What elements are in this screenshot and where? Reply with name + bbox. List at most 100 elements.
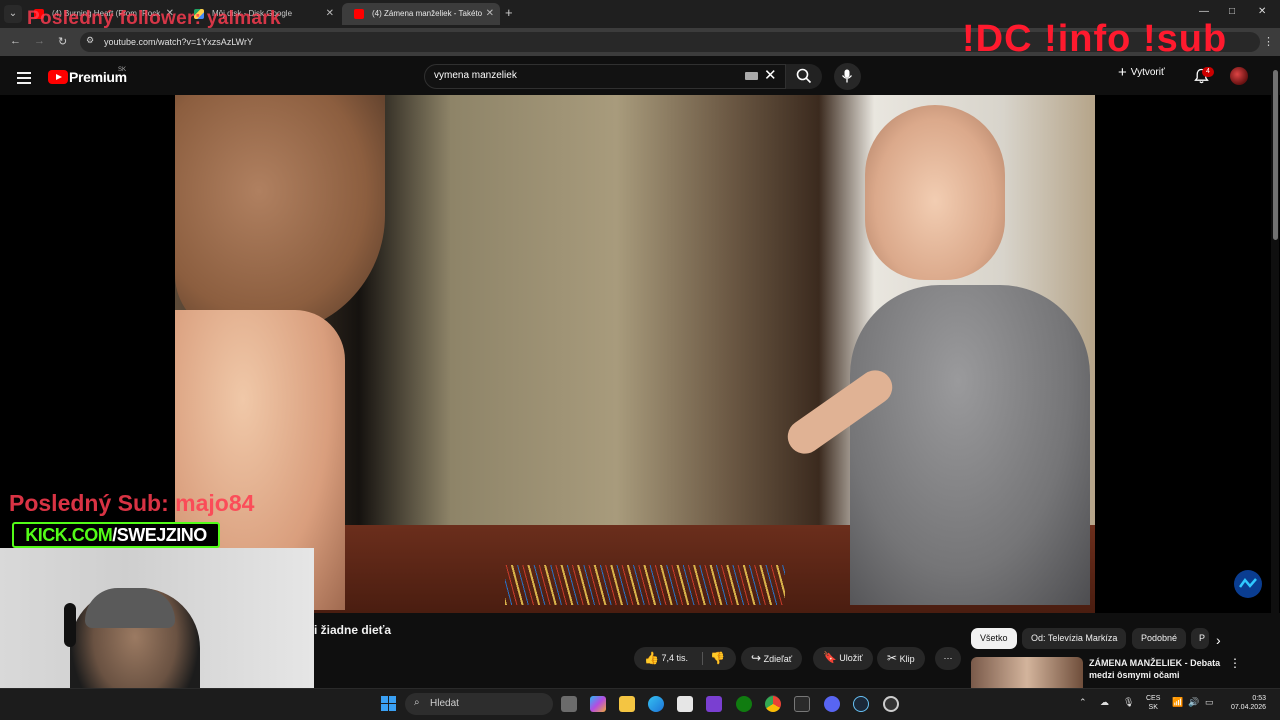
network-tray-icon[interactable]: ☁ — [1100, 697, 1109, 708]
chevron-right-icon[interactable]: › — [1216, 632, 1221, 648]
chat-commands-overlay: !DC !info !sub — [962, 18, 1228, 60]
create-button[interactable]: + Vytvoriť — [1118, 64, 1165, 81]
task-view-icon[interactable] — [561, 696, 577, 712]
girl-image — [175, 95, 385, 335]
dislike-button[interactable]: 👎 — [710, 647, 725, 671]
kick-channel: /SWEJZINO — [112, 525, 207, 545]
time: 0:53 — [1252, 695, 1266, 702]
recommended-video-title[interactable]: ZÁMENA MANŽELIEK - Debata medzi ôsmymi o… — [1089, 657, 1224, 681]
chrome-icon[interactable] — [765, 696, 781, 712]
site-info-icon[interactable]: ⚙ — [86, 35, 94, 46]
chip-related[interactable]: Podobné — [1132, 628, 1187, 649]
volume-icon[interactable]: 🔊 — [1188, 697, 1199, 708]
minimize-button[interactable]: — — [1199, 6, 1209, 17]
kick-domain: KICK.COM — [25, 525, 113, 545]
share-button[interactable]: ↪ Zdieľať — [741, 647, 803, 670]
copilot-icon[interactable] — [590, 696, 606, 712]
tab-search-menu-button[interactable]: ⌄ — [4, 5, 22, 23]
chevron-down-icon: ⌄ — [8, 8, 18, 19]
search-button[interactable] — [786, 64, 822, 89]
markiza-logo-icon — [1238, 577, 1257, 588]
scrollbar-thumb[interactable] — [1273, 70, 1278, 240]
close-tab-icon[interactable]: ✕ — [326, 3, 334, 25]
chip-from-channel[interactable]: Od: Televízia Markíza — [1022, 628, 1127, 649]
clip-label: Klip — [899, 654, 915, 664]
taskbar — [0, 688, 1280, 720]
language-code: CES — [1146, 695, 1161, 702]
close-window-button[interactable]: ✕ — [1258, 6, 1266, 17]
search-query[interactable]: vymena manzeliek — [434, 70, 517, 81]
microphone-tray-icon[interactable]: 🎙 — [1123, 697, 1134, 708]
kebab-menu-icon[interactable]: ⋮ — [1229, 656, 1241, 670]
url-text[interactable]: youtube.com/watch?v=1YxzsAzLWrY — [104, 37, 253, 47]
video-title: i žiadne dieťa — [314, 623, 392, 637]
chip-partial[interactable]: P — [1191, 628, 1209, 649]
notification-badge: 4 — [1202, 67, 1214, 77]
headphones-image — [64, 603, 76, 647]
save-label: Uložiť — [839, 653, 863, 663]
cap-image — [85, 588, 175, 628]
kick-channel-banner: KICK.COM/SWEJZINO — [12, 522, 220, 548]
browser-tab-active[interactable]: (4) Zámena manželiek - Takéto ✕ — [342, 3, 500, 25]
boy-image — [850, 285, 1090, 605]
reload-icon[interactable]: ↻ — [58, 35, 67, 48]
epic-games-icon[interactable] — [794, 696, 810, 712]
wifi-icon[interactable]: 📶 — [1172, 697, 1183, 708]
voice-search-button[interactable] — [834, 63, 861, 90]
thumbs-up-icon: 👍 — [644, 651, 659, 665]
avatar[interactable] — [1230, 67, 1248, 85]
pick-up-sticks-image — [505, 565, 785, 605]
like-count: 7,4 tis. — [661, 653, 688, 663]
thumbs-down-icon: 👎 — [710, 651, 725, 665]
scissors-icon: ✂ — [887, 651, 898, 665]
youtube-favicon-icon — [354, 9, 364, 19]
chevron-up-icon[interactable]: ⌃ — [1079, 697, 1087, 708]
region-code: SK — [118, 67, 127, 73]
share-icon: ↪ — [751, 651, 762, 665]
microphone-icon — [841, 69, 853, 83]
file-explorer-icon[interactable] — [619, 696, 635, 712]
like-dislike-group: 👍 7,4 tis. 👎 — [634, 647, 736, 670]
like-button[interactable]: 👍 7,4 tis. — [644, 647, 688, 670]
xbox-icon[interactable] — [736, 696, 752, 712]
forward-icon[interactable]: → — [34, 35, 45, 47]
maximize-button[interactable]: □ — [1229, 6, 1235, 17]
keyboard-layout: SK — [1148, 704, 1158, 711]
taskbar-search-input[interactable] — [405, 693, 553, 715]
plus-icon: + — [1118, 64, 1127, 81]
tab-title: (4) Zámena manželiek - Takéto — [372, 9, 483, 18]
taskbar-search-placeholder[interactable]: Hledat — [430, 698, 459, 709]
clip-button[interactable]: ✂ Klip — [877, 647, 925, 670]
clear-search-icon[interactable]: ✕ — [764, 66, 777, 84]
more-actions-button[interactable]: ⋯ — [935, 647, 961, 670]
search-icon — [796, 68, 812, 84]
keyboard-icon[interactable] — [745, 72, 758, 80]
last-follower-overlay: Posledný follower: yalmark — [27, 8, 281, 29]
new-tab-button[interactable]: + — [505, 5, 513, 20]
edge-icon[interactable] — [648, 696, 664, 712]
create-label: Vytvoriť — [1130, 67, 1165, 78]
youtube-logo-icon[interactable] — [48, 70, 68, 84]
windows-start-icon[interactable] — [381, 696, 397, 712]
input-language[interactable]: CES SK — [1146, 694, 1160, 712]
divider — [702, 652, 703, 665]
channel-watermark-icon[interactable] — [1234, 570, 1262, 598]
menu-icon[interactable] — [17, 72, 31, 87]
boy-head-image — [865, 105, 1005, 280]
app-icon[interactable] — [706, 696, 722, 712]
store-icon[interactable] — [677, 696, 693, 712]
date: 07.04.2026 — [1230, 704, 1266, 711]
obs-icon[interactable] — [883, 696, 899, 712]
clock[interactable]: 0:53 07.04.2026 — [1226, 694, 1266, 712]
back-icon[interactable]: ← — [10, 35, 21, 47]
search-icon: ⌕ — [414, 697, 420, 708]
close-tab-icon[interactable]: ✕ — [486, 3, 494, 25]
chip-all[interactable]: Všetko — [971, 628, 1017, 649]
battery-icon[interactable]: ▭ — [1205, 697, 1214, 708]
steam-icon[interactable] — [853, 696, 869, 712]
bookmark-icon: 🔖 — [823, 652, 837, 664]
video-content — [175, 95, 1095, 613]
browser-menu-icon[interactable]: ⋮ — [1263, 35, 1274, 48]
discord-icon[interactable] — [824, 696, 840, 712]
save-button[interactable]: 🔖 Uložiť — [813, 647, 873, 670]
